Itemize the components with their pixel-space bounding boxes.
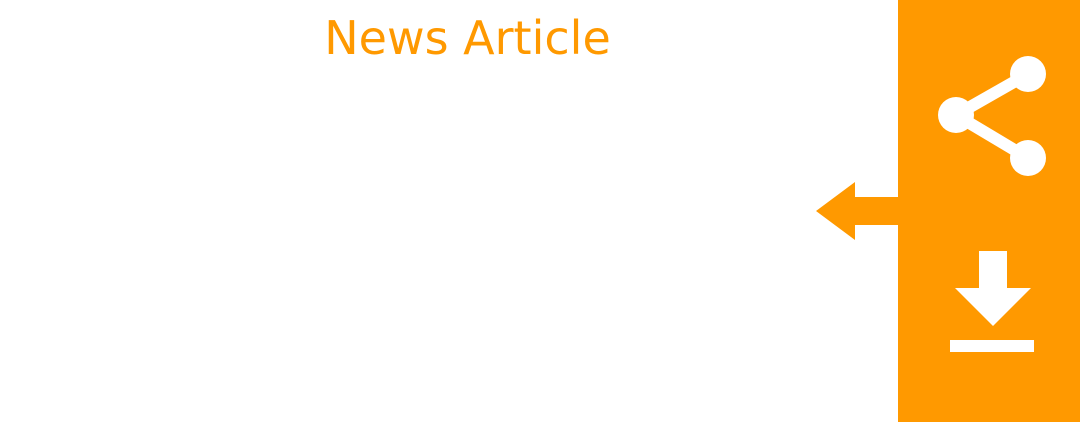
share-icon[interactable] [934,52,1050,178]
page: News Article [0,0,1080,422]
page-title: News Article [324,11,611,65]
arrow-left-icon [816,182,899,240]
action-panel [898,0,1080,422]
download-icon[interactable] [946,248,1036,356]
